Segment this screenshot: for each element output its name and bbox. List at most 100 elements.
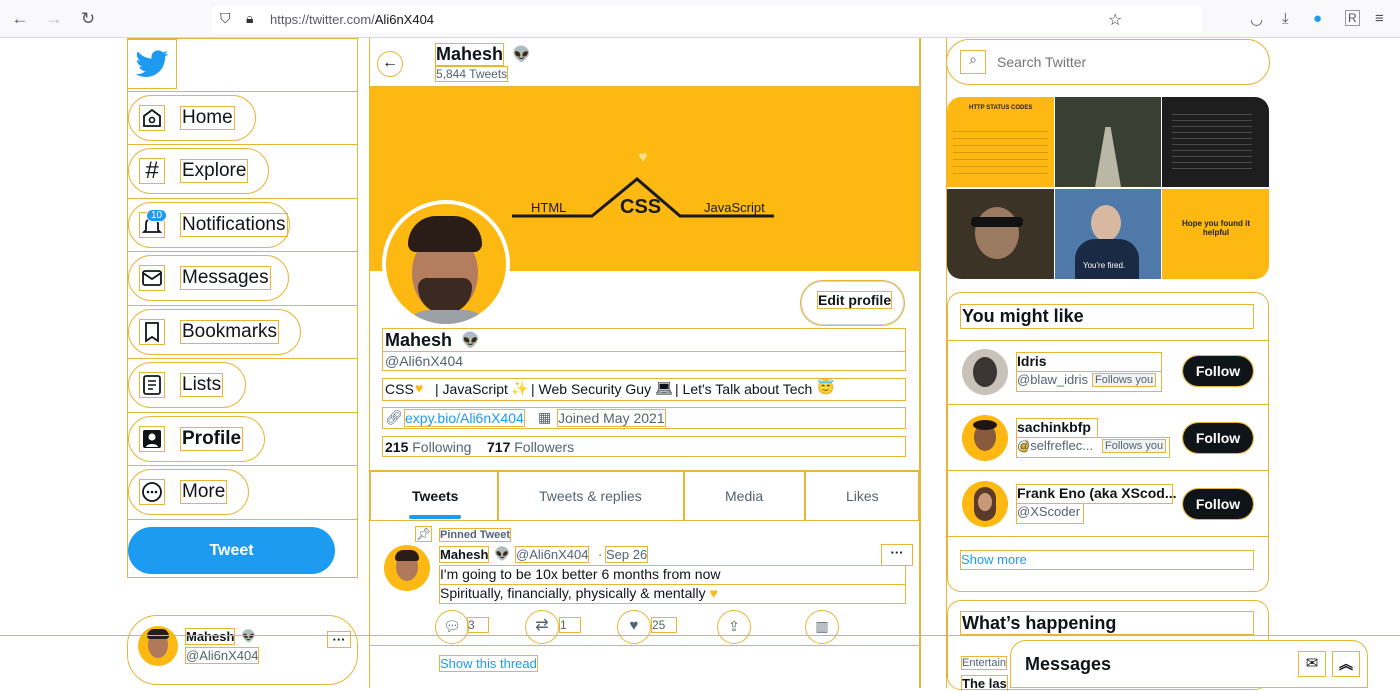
tab-likes-label: Likes [846,488,879,504]
nav-lists-label: Lists [179,373,224,397]
media-tile-1-title: HTTP STATUS CODES [969,105,1033,111]
search-input[interactable] [997,50,1257,74]
suggestion-handle[interactable]: @XScoder [1017,504,1080,519]
follow-button[interactable]: Follow [1182,488,1254,520]
nav-messages[interactable]: Messages [128,255,289,301]
reply-count: 3 [467,617,489,633]
analytics-icon[interactable]: ▥ [805,610,839,644]
hashtag-icon: # [139,158,165,184]
follow-button[interactable]: Follow [1182,355,1254,387]
yellow-heart-icon: ♥ [415,380,424,396]
menu-icon[interactable]: ≡ [1375,10,1384,27]
extension-reader-icon[interactable]: R [1345,10,1360,26]
suggestion-handle-box: @blaw_idris Follows you [1016,371,1162,392]
follow-button[interactable]: Follow [1182,422,1254,454]
profile-avatar[interactable] [382,200,510,328]
tweet-author-name[interactable]: Mahesh [438,546,490,563]
media-tile-4[interactable]: You're fired. [1055,189,1161,279]
media-tile-3[interactable] [947,189,1054,279]
search-icon: ⌕ [960,50,986,74]
tab-tweets-replies-label: Tweets & replies [539,488,642,504]
envelope-icon [139,265,165,291]
back-icon[interactable]: ← [10,9,30,29]
tab-tweets[interactable]: Tweets [370,471,498,521]
star-bookmark-icon[interactable]: ☆ [1108,10,1122,30]
suggestion-name[interactable]: Idris [1017,353,1047,369]
profile-topbar: ← Mahesh 👽 5,844 Tweets [370,38,919,87]
suggestion-name[interactable]: Frank Eno (aka XScod... [1017,485,1177,501]
url-text[interactable]: https://twitter.com/Ali6nX404 [270,12,434,27]
nav-home[interactable]: Home [128,95,256,141]
nav-messages-label: Messages [180,266,271,290]
retweet-icon[interactable]: ⇄ [525,610,559,644]
account-switcher[interactable]: Mahesh 👽 @Ali6nX404 ··· [127,615,358,685]
divider [127,198,358,199]
nav-notifications[interactable]: 10 Notifications [128,202,290,248]
tab-tweets-replies[interactable]: Tweets & replies [498,471,684,521]
twitter-logo-icon[interactable] [127,39,177,89]
following-link[interactable]: 215 Following [385,439,471,455]
nav-lists[interactable]: Lists [128,362,246,408]
trends-title-box: What’s happening [960,611,1254,635]
like-heart-icon[interactable]: ♥ [617,610,651,644]
profile-link[interactable]: expy.bio/Ali6nX404 [404,409,525,427]
edit-profile-button[interactable]: Edit profile [800,280,905,326]
back-arrow-icon[interactable]: ← [377,51,403,77]
list-icon [139,372,165,398]
tweet-avatar[interactable] [384,545,430,591]
reload-icon[interactable]: ↻ [78,9,98,29]
retweet-count: 1 [559,617,581,633]
nav-bookmarks[interactable]: Bookmarks [128,309,301,355]
new-message-icon[interactable]: ✉ [1298,651,1326,677]
person-icon [139,426,165,452]
pocket-icon[interactable]: ◡ [1250,10,1263,28]
nav-notifications-label: Notifications [180,213,288,237]
address-bar[interactable]: ⛉ 🔒︎ https://twitter.com/Ali6nX404 ☆ [212,6,1202,33]
media-tile-5-text: Hope you found it helpful [1182,219,1250,237]
share-icon[interactable]: ⇪ [717,610,751,644]
tweet-date[interactable]: Sep 26 [604,546,649,563]
tab-media[interactable]: Media [684,471,805,521]
suggestion-handle[interactable]: @blaw_idris [1017,372,1088,387]
nav-more[interactable]: More [128,469,249,515]
suggestion-handle[interactable]: @selfreflec... [1017,438,1093,453]
nav-explore[interactable]: # Explore [128,148,269,194]
profile-meta: 🔗︎ expy.bio/Ali6nX404 ▦ Joined May 2021 [382,407,906,429]
followers-link[interactable]: 717 Followers [487,439,574,455]
media-tile-2[interactable] [1055,97,1161,187]
tab-likes[interactable]: Likes [805,471,919,521]
show-more-box: Show more [960,550,1254,570]
suggestion-name[interactable]: sachinkbfp [1017,419,1091,435]
sparkles-icon: ✨ [511,380,529,396]
nav-profile[interactable]: Profile [128,416,265,462]
messages-drawer[interactable]: Messages ✉ ︽ [1010,640,1368,688]
tweet-item[interactable]: 📌︎ Pinned Tweet Mahesh 👽 @Ali6nX404 · Se… [370,521,919,646]
media-tile-code[interactable] [1162,97,1269,187]
lock-icon: 🔒︎ [246,10,254,26]
collapse-chevron-icon[interactable]: ︽ [1332,651,1360,677]
bio-security: | Web Security Guy [531,381,652,397]
tweet-author-handle[interactable]: @Ali6nX404 [514,546,590,563]
shield-icon[interactable]: ⛉ [220,10,231,27]
media-tile-5[interactable]: Hope you found it helpful [1162,189,1269,279]
forward-icon[interactable]: → [44,9,64,29]
reply-icon[interactable]: 💬︎ [435,610,469,644]
suggestion-name-box: Idris [1016,352,1162,372]
media-tile-1[interactable]: HTTP STATUS CODES [947,97,1054,187]
download-icon[interactable]: ⤓ [1282,10,1289,27]
alien-emoji-icon: 👽 [241,629,256,643]
show-more-link[interactable]: Show more [961,552,1027,567]
tweet-button[interactable]: Tweet [128,527,335,574]
heart-icon: ♥ [638,149,648,166]
extension-g-icon[interactable]: ● [1313,10,1322,27]
trend-title[interactable]: The las [961,675,1008,691]
divider [127,465,358,466]
show-thread-link[interactable]: Show this thread [439,655,538,672]
tweet-text-line2: Spiritually, financially, physically & m… [439,584,906,604]
tweet-text-line1: I'm going to be 10x better 6 months from… [439,565,906,585]
suggestion-name-box: sachinkbfp☝ [1016,418,1098,453]
search-box[interactable]: ⌕ [946,39,1270,85]
suggestion-handle-box: @selfreflec... Follows you [1016,437,1170,458]
tweet-more-icon[interactable]: ··· [881,544,913,566]
avatar [962,481,1008,527]
